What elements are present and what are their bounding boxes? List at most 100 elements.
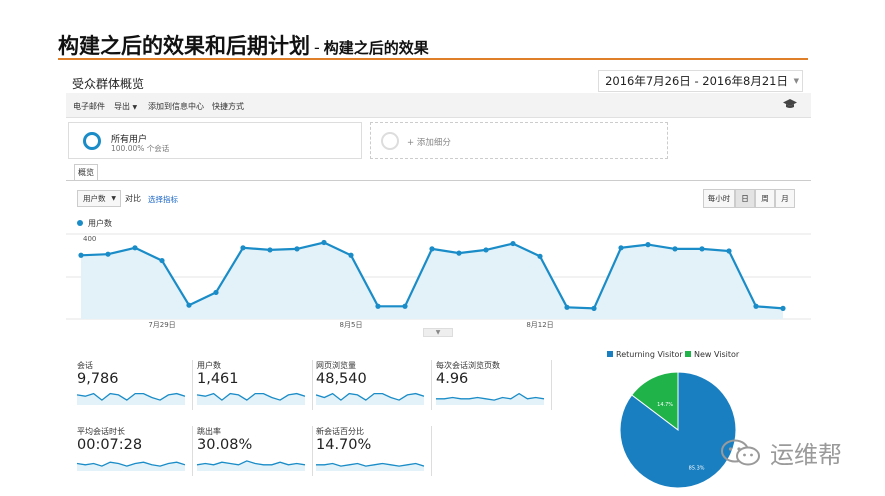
stat-value: 00:07:28: [77, 437, 143, 453]
data-point: [321, 239, 327, 246]
stat-card: 新会话百分比 14.70%: [316, 426, 432, 476]
stat-card: 平均会话时长 00:07:28: [77, 426, 193, 476]
add-to-dashboard-button[interactable]: 添加到信息中心: [148, 101, 204, 112]
data-point: [186, 302, 192, 308]
legend-swatch: [685, 351, 691, 357]
stat-card: 网页浏览量 48,540: [316, 360, 432, 410]
data-point: [618, 245, 624, 251]
toolbar: 电子邮件 导出 ▼ 添加到信息中心 快捷方式: [66, 93, 811, 118]
data-point: [132, 245, 138, 251]
education-cap-icon[interactable]: [783, 99, 797, 109]
sparkline: [436, 392, 544, 405]
metric-dropdown[interactable]: 用户数 ▼: [77, 190, 121, 207]
page-title: 受众群体概览: [72, 77, 145, 91]
chevron-down-icon: ▼: [793, 77, 799, 85]
sparkline: [316, 392, 424, 405]
stat-card: 每次会话浏览页数 4.96: [436, 360, 552, 410]
legend-label: New Visitor: [694, 350, 740, 359]
date-range-picker[interactable]: 2016年7月26日 - 2016年8月21日 ▼: [598, 70, 803, 92]
expand-chart-button[interactable]: ▼: [423, 328, 453, 337]
tab-overview[interactable]: 概览: [74, 164, 98, 181]
data-point: [105, 251, 111, 257]
stat-label: 跳出率: [197, 427, 221, 436]
data-point: [726, 248, 732, 254]
slide-title: 构建之后的效果和后期计划 - 构建之后的效果: [58, 30, 429, 60]
add-segment-button[interactable]: + 添加细分: [370, 122, 668, 159]
title-separator: -: [314, 38, 320, 58]
export-button[interactable]: 导出 ▼: [114, 101, 137, 112]
versus-label: 对比: [125, 194, 141, 203]
data-point: [564, 304, 570, 310]
select-metric-link[interactable]: 选择指标: [148, 194, 178, 205]
sparkline: [197, 460, 305, 471]
granularity-month-button[interactable]: 月: [775, 189, 795, 208]
sparkline: [77, 461, 185, 471]
data-point: [213, 289, 219, 296]
pie-slice-label: 14.7%: [657, 402, 673, 408]
x-tick-label: 8月5日: [340, 321, 363, 329]
shortcut-button[interactable]: 快捷方式: [212, 101, 244, 112]
sparkline: [316, 462, 424, 471]
watermark-text: 运维帮: [770, 441, 842, 469]
sparkline: [77, 392, 185, 405]
stat-value: 9,786: [77, 371, 119, 387]
stat-label: 用户数: [197, 361, 221, 370]
x-tick-label: 8月12日: [526, 321, 553, 329]
data-point: [753, 303, 759, 309]
stat-label: 平均会话时长: [77, 427, 125, 436]
x-tick-label: 7月29日: [148, 321, 175, 329]
stat-card: 用户数 1,461: [197, 360, 313, 410]
data-point: [537, 253, 543, 259]
export-label: 导出: [114, 102, 130, 111]
add-segment-label: + 添加细分: [407, 138, 451, 148]
data-point: [672, 246, 678, 252]
tab-divider: [66, 180, 811, 181]
pie-legend-returning: Returning Visitor: [607, 350, 683, 359]
data-point: [780, 305, 786, 311]
data-point: [483, 247, 489, 253]
chevron-down-icon: ▼: [111, 195, 116, 202]
granularity-week-button[interactable]: 周: [755, 189, 775, 208]
legend-label: Returning Visitor: [616, 350, 683, 359]
slide-title-main: 构建之后的效果和后期计划: [58, 33, 310, 58]
y-tick-label: 400: [83, 235, 96, 243]
stat-label: 新会话百分比: [316, 427, 364, 436]
data-point: [699, 246, 705, 252]
data-point: [402, 303, 408, 309]
stat-card: 会话 9,786: [77, 360, 193, 410]
title-underline: [58, 58, 808, 60]
segment-percentage: 100.00% 个会话: [111, 144, 170, 153]
legend-swatch: [607, 351, 613, 357]
data-point: [348, 252, 354, 258]
granularity-hourly-button[interactable]: 每小时: [703, 189, 735, 208]
data-point: [78, 252, 84, 258]
wechat-logo-icon: [721, 439, 760, 466]
pie-slice-label: 85.3%: [689, 465, 705, 471]
users-line-chart: 4002007月29日8月5日8月12日: [66, 233, 811, 329]
data-point: [429, 246, 435, 252]
series-legend-dot: [77, 220, 83, 226]
data-point: [510, 240, 516, 247]
stat-card: 跳出率 30.08%: [197, 426, 313, 476]
visitor-type-pie-chart: 14.7% 85.3%: [619, 371, 737, 489]
slide-subtitle: 构建之后的效果: [323, 39, 429, 57]
sparkline: [197, 392, 305, 405]
stat-label: 网页浏览量: [316, 361, 356, 370]
stat-label: 会话: [77, 361, 93, 370]
email-button[interactable]: 电子邮件: [73, 101, 105, 112]
pie-legend-new: New Visitor: [685, 350, 739, 359]
segment-all-users[interactable]: 所有用户 100.00% 个会话: [68, 122, 362, 159]
data-point: [591, 305, 597, 311]
data-point: [240, 245, 246, 251]
stat-value: 30.08%: [197, 437, 253, 453]
chevron-down-icon: ▼: [132, 104, 138, 111]
granularity-day-button[interactable]: 日: [735, 189, 755, 208]
stat-value: 4.96: [436, 371, 469, 387]
date-range-text: 2016年7月26日 - 2016年8月21日: [605, 74, 788, 88]
data-point: [375, 303, 381, 309]
series-legend-label: 用户数: [88, 219, 112, 228]
empty-ring-icon: [381, 132, 399, 150]
stat-value: 1,461: [197, 371, 239, 387]
data-point: [456, 250, 462, 256]
stat-label: 每次会话浏览页数: [436, 361, 500, 370]
